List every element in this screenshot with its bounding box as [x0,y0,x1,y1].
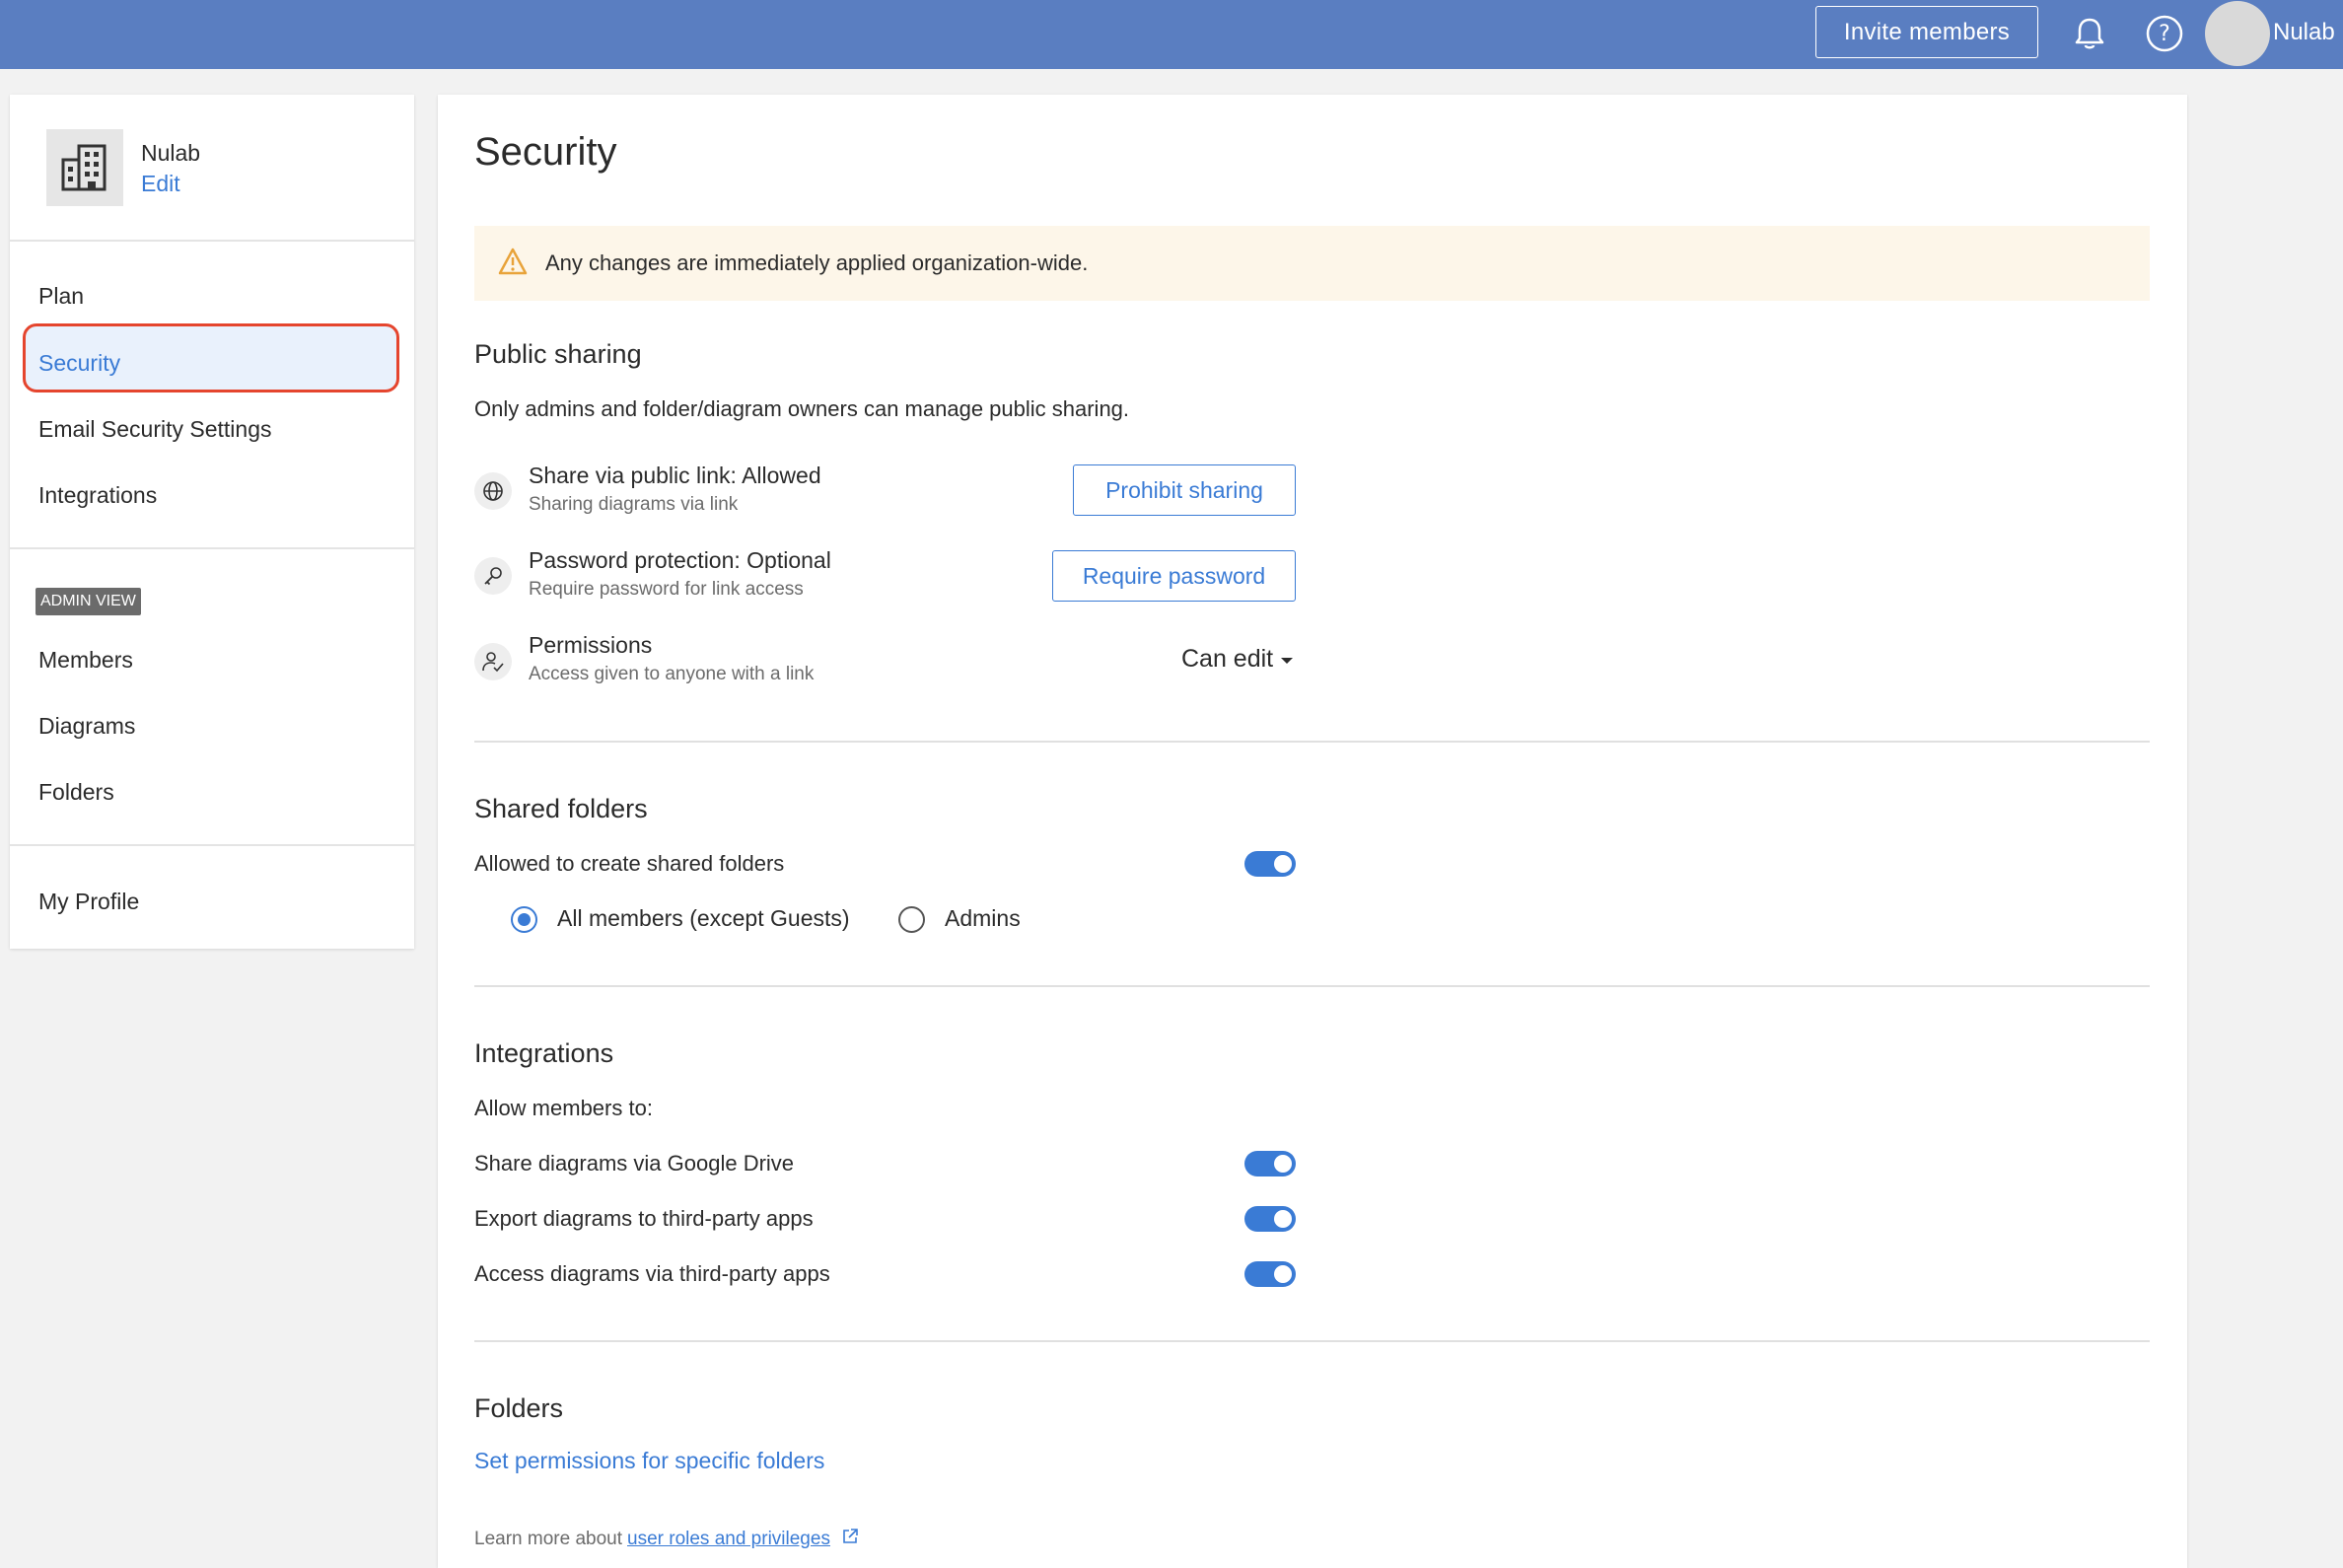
learn-more: Learn more about user roles and privileg… [474,1527,860,1552]
access-third-party-toggle[interactable] [1244,1261,1296,1287]
sidebar-item-integrations[interactable]: Integrations [38,482,157,509]
permissions-label: Permissions [529,632,653,658]
permissions-select-value: Can edit [1181,645,1274,673]
building-icon [46,129,123,206]
radio-all-members-label: All members (except Guests) [557,905,850,931]
shared-folders-label: Allowed to create shared folders [474,851,785,876]
public-sharing-description: Only admins and folder/diagram owners ca… [474,396,1130,421]
user-check-icon [474,643,512,680]
chevron-down-icon [1281,657,1294,664]
learn-more-prefix: Learn more about [474,1529,622,1549]
radio-admins-label: Admins [945,905,1021,931]
org-name: Nulab [141,140,201,166]
sidebar: Nulab Edit Plan Security Email Security … [10,95,414,949]
sidebar-item-email-security[interactable]: Email Security Settings [38,416,271,443]
folder-permissions-link[interactable]: Set permissions for specific folders [474,1448,824,1474]
help-icon[interactable]: ? [2144,13,2185,54]
admin-view-badge: ADMIN VIEW [36,588,141,615]
integrations-title: Integrations [474,1038,614,1068]
globe-icon [474,472,512,510]
section-divider [474,1340,2150,1342]
shared-folders-toggle[interactable] [1244,851,1296,877]
public-sharing-title: Public sharing [474,339,642,369]
password-protection-status: Password protection: Optional [529,547,831,573]
section-divider [474,985,2150,987]
shared-folders-title: Shared folders [474,794,648,823]
user-roles-link[interactable]: user roles and privileges [627,1529,830,1550]
password-protection-subtitle: Require password for link access [529,579,804,600]
radio-admins[interactable] [898,906,925,933]
sidebar-item-diagrams[interactable]: Diagrams [38,713,135,740]
radio-all-members[interactable] [511,906,537,933]
allow-members-label: Allow members to: [474,1096,653,1120]
top-bar: Invite members ? Nulab [0,0,2343,69]
sidebar-item-plan[interactable]: Plan [38,283,84,310]
permissions-subtitle: Access given to anyone with a link [529,664,815,684]
export-third-party-label: Export diagrams to third-party apps [474,1206,814,1231]
sidebar-item-folders[interactable]: Folders [38,779,114,806]
main-panel: Security Any changes are immediately app… [438,95,2187,1568]
warning-text: Any changes are immediately applied orga… [545,250,1089,275]
avatar[interactable] [2205,1,2270,66]
permissions-select[interactable]: Can edit [1181,645,1294,674]
access-third-party-label: Access diagrams via third-party apps [474,1261,830,1286]
user-name[interactable]: Nulab [2273,19,2335,46]
svg-text:?: ? [2159,22,2170,46]
sidebar-divider [10,844,414,846]
folders-title: Folders [474,1393,564,1423]
export-third-party-toggle[interactable] [1244,1206,1296,1232]
public-link-subtitle: Sharing diagrams via link [529,494,739,515]
sidebar-item-my-profile[interactable]: My Profile [38,889,139,915]
google-drive-toggle[interactable] [1244,1151,1296,1176]
bell-icon[interactable] [2069,13,2110,54]
org-edit-link[interactable]: Edit [141,171,180,197]
page-title: Security [474,130,617,174]
require-password-button[interactable]: Require password [1052,550,1296,602]
sidebar-item-members[interactable]: Members [38,647,133,674]
prohibit-sharing-button[interactable]: Prohibit sharing [1073,464,1296,516]
warning-banner: Any changes are immediately applied orga… [474,226,2150,301]
external-link-icon[interactable] [840,1527,860,1552]
section-divider [474,741,2150,743]
warning-icon [498,248,528,280]
invite-members-button[interactable]: Invite members [1815,6,2038,58]
key-icon [474,557,512,595]
sidebar-divider [10,240,414,242]
sidebar-item-security[interactable]: Security [38,350,120,377]
public-link-status: Share via public link: Allowed [529,463,821,488]
google-drive-label: Share diagrams via Google Drive [474,1151,795,1176]
sidebar-divider [10,547,414,549]
